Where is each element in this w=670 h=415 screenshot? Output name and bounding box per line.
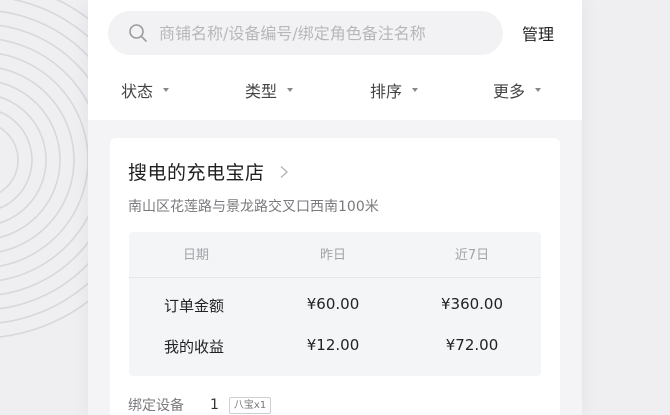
store-name: 搜电的充电宝店 xyxy=(128,162,265,184)
caret-down-icon xyxy=(412,88,419,92)
filter-label: 状态 xyxy=(121,82,154,101)
caret-down-icon xyxy=(163,88,170,92)
order-amount-7days: ¥360.00 xyxy=(440,295,504,313)
search-input[interactable] xyxy=(159,23,499,43)
filter-status[interactable]: 状态 xyxy=(121,78,170,102)
phone-screen: 管理 状态 类型 排序 更多 搜电的充电宝店 xyxy=(88,0,582,415)
filter-label: 更多 xyxy=(493,82,526,101)
filter-label: 类型 xyxy=(245,82,278,101)
store-address: 南山区花莲路与景龙路交叉口西南100米 xyxy=(128,199,379,215)
caret-down-icon xyxy=(287,88,294,92)
row-label-my-earnings: 我的收益 xyxy=(163,338,224,356)
filter-type[interactable]: 类型 xyxy=(245,78,294,102)
chevron-right-icon xyxy=(280,165,288,178)
stats-table: 日期 昨日 近7日 订单金额 ¥60.00 ¥360.00 我的收益 ¥12.0… xyxy=(129,232,541,376)
earnings-7days: ¥72.00 xyxy=(445,336,499,354)
bound-devices-count: 1 xyxy=(210,397,219,413)
stats-header-7days: 近7日 xyxy=(454,248,490,263)
filter-more[interactable]: 更多 xyxy=(493,78,542,102)
store-title-link[interactable]: 搜电的充电宝店 xyxy=(128,158,291,185)
stats-header-date: 日期 xyxy=(182,248,209,263)
order-amount-yesterday: ¥60.00 xyxy=(306,295,360,313)
device-type-badge: 八宝x1 xyxy=(228,396,272,414)
row-label-order-amount: 订单金额 xyxy=(163,297,224,315)
search-bar[interactable] xyxy=(108,11,503,55)
filter-bar: 状态 类型 排序 更多 xyxy=(88,78,582,106)
search-icon xyxy=(129,24,147,42)
earnings-yesterday: ¥12.00 xyxy=(306,336,360,354)
stats-header-yesterday: 昨日 xyxy=(319,248,346,263)
filter-sort[interactable]: 排序 xyxy=(370,78,419,102)
caret-down-icon xyxy=(535,88,542,92)
filter-label: 排序 xyxy=(370,82,403,101)
header-area: 管理 状态 类型 排序 更多 xyxy=(88,0,582,120)
bound-devices-row: 绑定设备 1 八宝x1 xyxy=(128,395,272,415)
store-card[interactable]: 搜电的充电宝店 南山区花莲路与景龙路交叉口西南100米 日期 昨日 近7日 订单… xyxy=(110,138,560,415)
bound-devices-label: 绑定设备 xyxy=(128,398,184,414)
manage-button[interactable]: 管理 xyxy=(522,21,554,45)
stats-divider xyxy=(129,277,541,278)
